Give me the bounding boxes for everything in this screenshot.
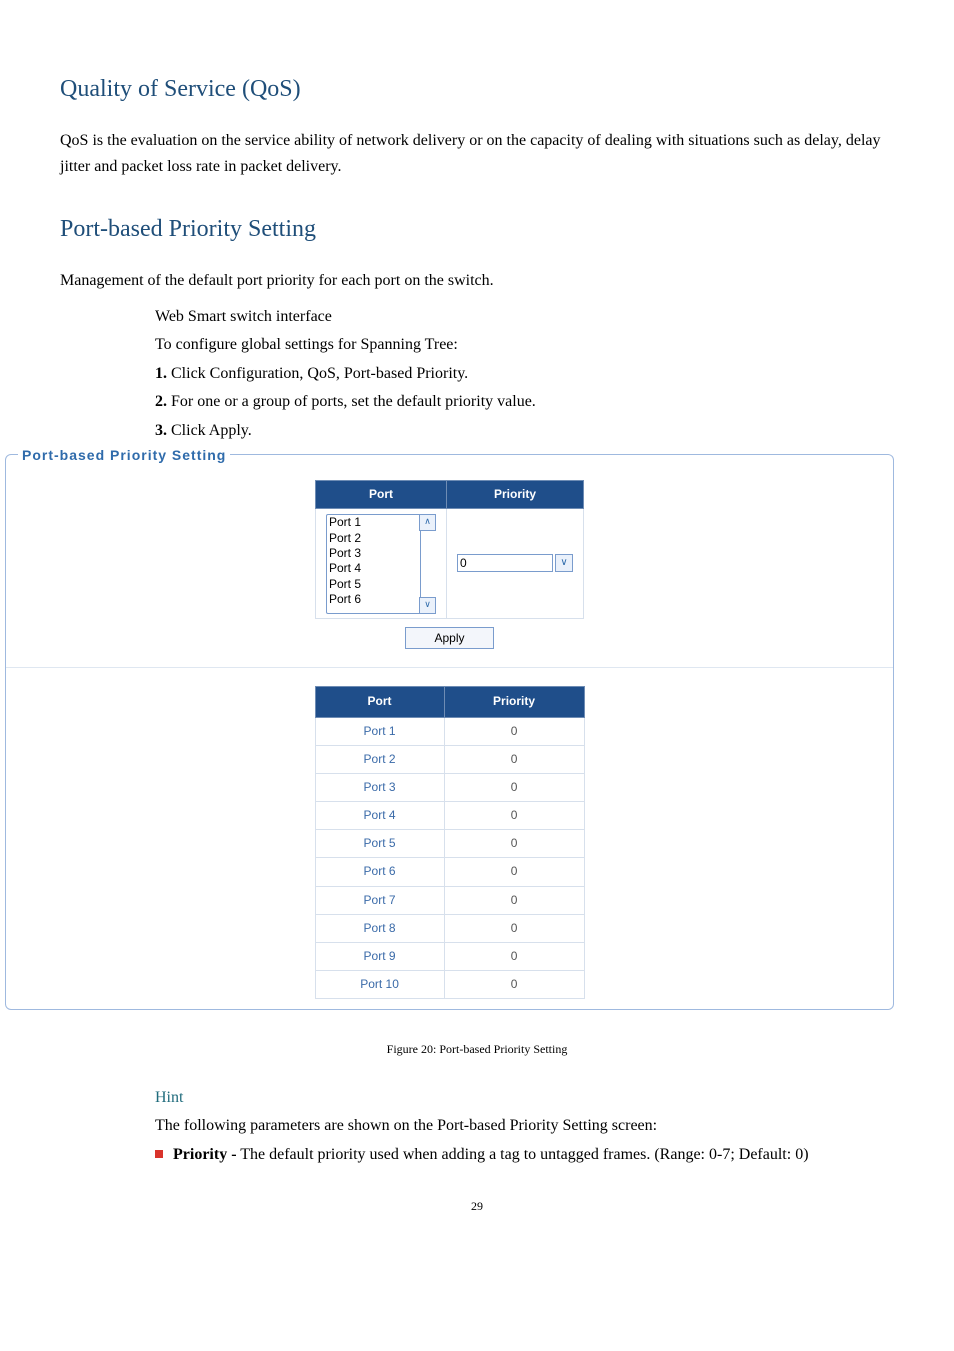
hint-intro: The following parameters are shown on th… xyxy=(155,1113,894,1139)
apply-button[interactable]: Apply xyxy=(405,627,493,649)
priority-select[interactable] xyxy=(457,554,553,572)
config-table: Port Priority Port 1 Port 2 Port 3 Port … xyxy=(315,480,584,619)
col-header-priority: Priority xyxy=(447,481,584,509)
table-row: Port 70 xyxy=(315,886,584,914)
paragraph-port-mgmt: Management of the default port priority … xyxy=(60,268,894,294)
step-1: 1. Click Configuration, QoS, Port-based … xyxy=(155,361,894,387)
hint-priority-item: Priority - The default priority used whe… xyxy=(155,1142,894,1168)
paragraph-qos: QoS is the evaluation on the service abi… xyxy=(60,128,894,179)
table-row: Port 60 xyxy=(315,858,584,886)
step-text: For one or a group of ports, set the def… xyxy=(167,393,536,410)
table-row: Port 10 xyxy=(315,717,584,745)
col-header-port: Port xyxy=(316,481,447,509)
step-number: 1. xyxy=(155,365,167,382)
hint-title: Hint xyxy=(155,1085,894,1111)
procedure-block: Web Smart switch interface To configure … xyxy=(155,304,894,444)
chevron-down-icon[interactable]: ∨ xyxy=(419,597,436,614)
table-row: Port 30 xyxy=(315,773,584,801)
step-text: Click Apply. xyxy=(167,422,252,439)
interface-label: Web Smart switch interface xyxy=(155,304,894,330)
table-row: Port 90 xyxy=(315,943,584,971)
step-2: 2. For one or a group of ports, set the … xyxy=(155,389,894,415)
scrollbar[interactable]: ∧ ∨ xyxy=(419,514,436,614)
section-heading-qos: Quality of Service (QoS) xyxy=(60,70,894,108)
groupbox-port-priority-setting: Port-based Priority Setting Port Priorit… xyxy=(5,454,894,1011)
col-header-port: Port xyxy=(315,687,444,717)
port-multiselect[interactable]: Port 1 Port 2 Port 3 Port 4 Port 5 Port … xyxy=(326,514,421,614)
table-row: Port 80 xyxy=(315,914,584,942)
table-row: Port 20 xyxy=(315,745,584,773)
hint-block: Hint The following parameters are shown … xyxy=(155,1085,894,1168)
bullet-square-icon xyxy=(155,1150,163,1158)
figure-caption: Figure 20: Port-based Priority Setting xyxy=(60,1040,894,1059)
hint-priority-label: Priority - xyxy=(173,1146,237,1163)
col-header-priority: Priority xyxy=(444,687,584,717)
section-heading-port-priority: Port-based Priority Setting xyxy=(60,210,894,248)
step-number: 3. xyxy=(155,422,167,439)
hint-priority-desc: The default priority used when adding a … xyxy=(240,1146,808,1163)
page-number: 29 xyxy=(60,1197,894,1216)
table-row: Port 100 xyxy=(315,971,584,999)
step-3: 3. Click Apply. xyxy=(155,418,894,444)
divider xyxy=(6,667,893,668)
groupbox-title: Port-based Priority Setting xyxy=(18,444,230,466)
step-number: 2. xyxy=(155,393,167,410)
configure-label: To configure global settings for Spannin… xyxy=(155,332,894,358)
chevron-up-icon[interactable]: ∧ xyxy=(419,514,436,531)
step-text: Click Configuration, QoS, Port-based Pri… xyxy=(167,365,468,382)
table-row: Port 40 xyxy=(315,802,584,830)
dropdown-icon[interactable]: ∨ xyxy=(555,554,573,572)
status-table: Port Priority Port 10 Port 20 Port 30 Po… xyxy=(315,686,585,999)
table-row: Port 50 xyxy=(315,830,584,858)
